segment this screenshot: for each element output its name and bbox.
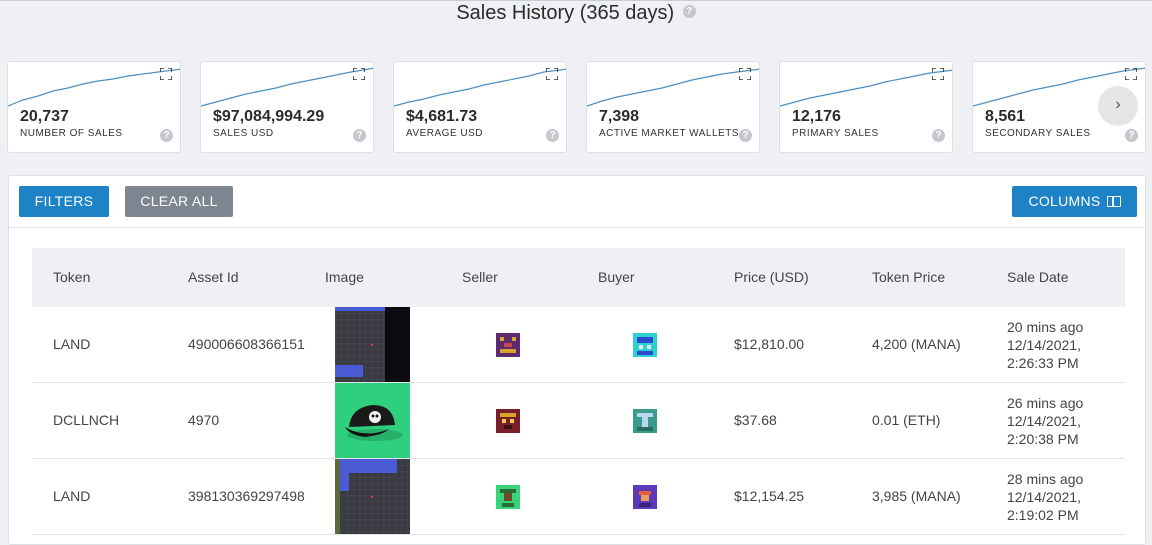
- expand-icon[interactable]: [353, 68, 365, 80]
- table-row[interactable]: LAND 490006608366151 $12,810.00 4,200 (M…: [32, 307, 1125, 383]
- column-header-token[interactable]: Token: [53, 269, 90, 285]
- stat-card-active-market-wallets[interactable]: 7,398 ACTIVE MARKET WALLETS ?: [586, 61, 760, 153]
- cell-sale-date: 28 mins ago 12/14/2021, 2:19:02 PM: [1007, 470, 1097, 524]
- table-row[interactable]: DCLLNCH 4970 $37.68 0.01 (ETH) 26 mins a…: [32, 383, 1125, 459]
- seller-avatar[interactable]: [496, 485, 520, 509]
- chevron-right-icon: ›: [1115, 96, 1121, 113]
- cell-price-usd: $37.68: [734, 412, 777, 428]
- help-icon[interactable]: ?: [932, 129, 945, 142]
- date-value: 12/14/2021,: [1007, 413, 1081, 429]
- sparkline-chart: [201, 67, 373, 107]
- toolbar-divider: [9, 227, 1145, 228]
- stat-label: ACTIVE MARKET WALLETS: [599, 128, 739, 139]
- buyer-avatar[interactable]: [633, 333, 657, 357]
- cell-token-price: 4,200 (MANA): [872, 336, 961, 352]
- stat-value: 8,561: [985, 108, 1026, 125]
- clear-all-button[interactable]: CLEAR ALL: [125, 186, 233, 217]
- stat-label: PRIMARY SALES: [792, 128, 879, 139]
- stats-carousel: 20,737 NUMBER OF SALES ? $97,084,994.29 …: [0, 61, 1152, 153]
- stat-value: 12,176: [792, 108, 841, 125]
- stat-card-sales-usd[interactable]: $97,084,994.29 SALES USD ?: [200, 61, 374, 153]
- date-value: 12/14/2021,: [1007, 489, 1081, 505]
- date-value: 12/14/2021,: [1007, 337, 1081, 353]
- column-header-asset-id[interactable]: Asset Id: [188, 269, 239, 285]
- sales-table-panel: FILTERS CLEAR ALL COLUMNS Token Asset Id…: [8, 175, 1146, 545]
- stat-label: AVERAGE USD: [406, 128, 483, 139]
- seller-avatar[interactable]: [496, 409, 520, 433]
- date-ago: 26 mins ago: [1007, 395, 1084, 411]
- sparkline-chart: [8, 68, 180, 107]
- cell-token: LAND: [53, 336, 91, 352]
- page-title: Sales History (365 days): [456, 2, 675, 24]
- top-border: [0, 0, 1152, 1]
- cell-asset-id[interactable]: 490006608366151: [188, 336, 310, 352]
- column-header-sale-date[interactable]: Sale Date: [1007, 269, 1068, 285]
- help-icon[interactable]: ?: [353, 129, 366, 142]
- sparkline-chart: [780, 69, 952, 107]
- stat-value: $4,681.73: [406, 108, 478, 125]
- land-map-thumbnail[interactable]: [335, 459, 410, 534]
- date-ago: 20 mins ago: [1007, 319, 1084, 335]
- columns-button[interactable]: COLUMNS: [1012, 186, 1137, 217]
- help-icon[interactable]: ?: [739, 129, 752, 142]
- time-value: 2:19:02 PM: [1007, 507, 1079, 523]
- table-row[interactable]: LAND 398130369297498 $12,154.25 3,985 (M…: [32, 459, 1125, 535]
- help-icon[interactable]: ?: [1125, 129, 1138, 142]
- expand-icon[interactable]: [932, 68, 944, 80]
- expand-icon[interactable]: [739, 68, 751, 80]
- columns-icon: [1106, 196, 1121, 207]
- cell-price-usd: $12,154.25: [734, 488, 805, 504]
- stat-label: SECONDARY SALES: [985, 128, 1091, 139]
- cell-price-usd: $12,810.00: [734, 336, 805, 352]
- cell-token: DCLLNCH: [53, 412, 120, 428]
- time-value: 2:20:38 PM: [1007, 431, 1079, 447]
- help-icon[interactable]: ?: [546, 129, 559, 142]
- help-icon[interactable]: ?: [682, 5, 696, 18]
- cell-asset-id[interactable]: 398130369297498: [188, 488, 310, 504]
- stat-label: SALES USD: [213, 128, 274, 139]
- column-header-token-price[interactable]: Token Price: [872, 269, 945, 285]
- seller-avatar[interactable]: [496, 333, 520, 357]
- land-map-thumbnail[interactable]: [335, 307, 410, 382]
- stat-card-primary-sales[interactable]: 12,176 PRIMARY SALES ?: [779, 61, 953, 153]
- cell-asset-id[interactable]: 4970: [188, 412, 310, 428]
- stat-value: 20,737: [20, 108, 69, 125]
- sparkline-chart: [394, 68, 566, 107]
- page-header: Sales History (365 days) ?: [0, 2, 1152, 25]
- stat-card-average-usd[interactable]: $4,681.73 AVERAGE USD ?: [393, 61, 567, 153]
- cap-wearable-thumbnail[interactable]: [335, 383, 410, 458]
- columns-button-label: COLUMNS: [1028, 193, 1101, 209]
- cell-token: LAND: [53, 488, 91, 504]
- stat-card-number-of-sales[interactable]: 20,737 NUMBER OF SALES ?: [7, 61, 181, 153]
- sparkline-chart: [587, 68, 759, 107]
- help-icon[interactable]: ?: [160, 129, 173, 142]
- cell-token-price: 3,985 (MANA): [872, 488, 961, 504]
- buyer-avatar[interactable]: [633, 409, 657, 433]
- date-ago: 28 mins ago: [1007, 471, 1084, 487]
- column-header-seller[interactable]: Seller: [462, 269, 498, 285]
- cell-sale-date: 20 mins ago 12/14/2021, 2:26:33 PM: [1007, 318, 1097, 372]
- column-header-buyer[interactable]: Buyer: [598, 269, 635, 285]
- table-header: Token Asset Id Image Seller Buyer Price …: [32, 248, 1125, 307]
- stat-value: 7,398: [599, 108, 640, 125]
- column-header-image[interactable]: Image: [325, 269, 364, 285]
- carousel-next-button[interactable]: ›: [1098, 86, 1138, 126]
- stat-label: NUMBER OF SALES: [20, 128, 123, 139]
- expand-icon[interactable]: [1125, 68, 1137, 80]
- column-header-price-usd[interactable]: Price (USD): [734, 269, 809, 285]
- cell-token-price: 0.01 (ETH): [872, 412, 941, 428]
- filters-button[interactable]: FILTERS: [19, 186, 109, 217]
- expand-icon[interactable]: [546, 68, 558, 80]
- stat-value: $97,084,994.29: [213, 108, 325, 125]
- expand-icon[interactable]: [160, 68, 172, 80]
- cell-sale-date: 26 mins ago 12/14/2021, 2:20:38 PM: [1007, 394, 1097, 448]
- time-value: 2:26:33 PM: [1007, 355, 1079, 371]
- buyer-avatar[interactable]: [633, 485, 657, 509]
